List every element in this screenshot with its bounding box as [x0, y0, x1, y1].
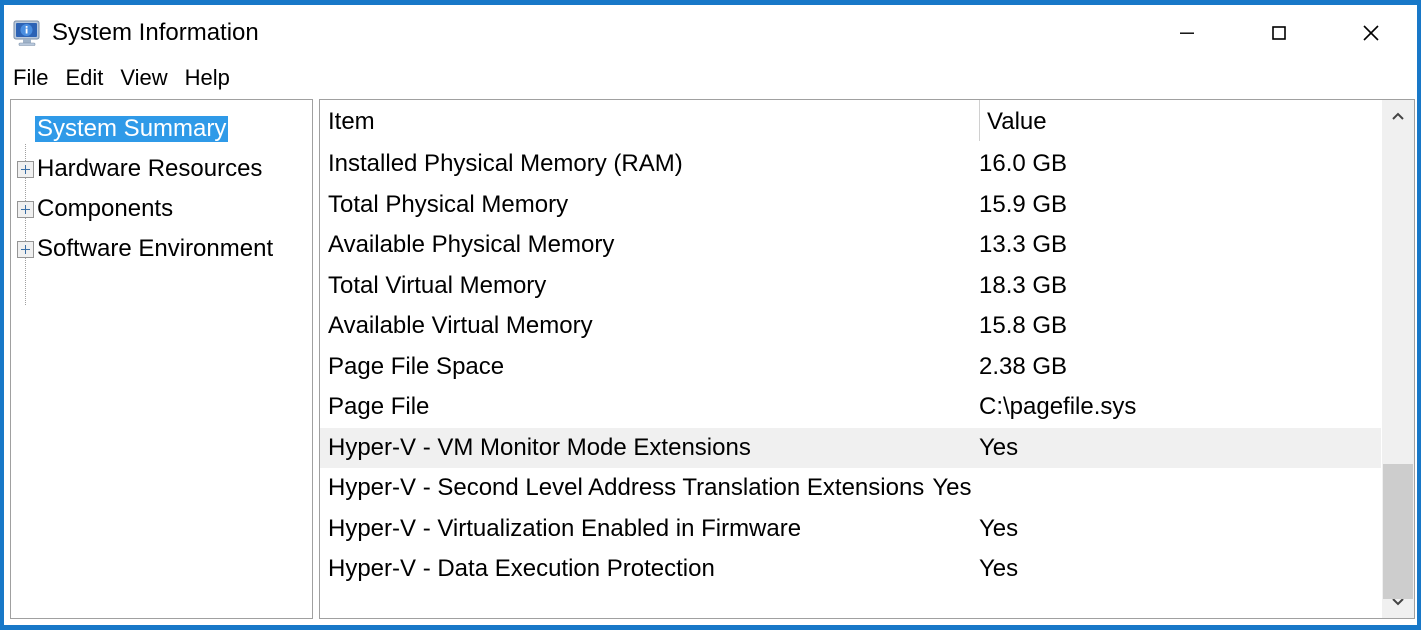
expand-plus-icon[interactable]: [17, 240, 34, 258]
expand-plus-icon[interactable]: [17, 200, 34, 218]
sidebar-item-software-environment[interactable]: Software Environment: [11, 229, 312, 269]
row-value: 18.3 GB: [979, 271, 1068, 299]
column-header-item[interactable]: Item: [320, 110, 979, 134]
table-row[interactable]: Available Physical Memory 13.3 GB: [320, 225, 1381, 266]
row-item-label: Total Physical Memory: [328, 190, 569, 218]
maximize-icon: [1272, 26, 1286, 40]
row-value: Yes: [979, 433, 1019, 461]
row-value: Yes: [979, 514, 1019, 542]
details-list-body: Item Value Installed Physical Memory (RA…: [320, 100, 1381, 618]
menu-item-view[interactable]: View: [120, 67, 176, 89]
sidebar-item-label: Hardware Resources: [37, 155, 263, 182]
navigation-tree[interactable]: System Summary Hardware Resources Compon…: [10, 99, 313, 619]
vertical-scrollbar[interactable]: [1381, 100, 1414, 618]
row-value: Yes: [979, 555, 1019, 583]
row-value: C:\pagefile.sys: [979, 393, 1137, 421]
row-item-label: Page File: [328, 393, 430, 421]
table-row[interactable]: Total Virtual Memory 18.3 GB: [320, 266, 1381, 307]
row-value: Yes: [932, 474, 972, 502]
content-area: System Summary Hardware Resources Compon…: [4, 95, 1417, 625]
column-header-value[interactable]: Value: [979, 100, 1381, 141]
expand-plus-icon[interactable]: [17, 160, 34, 178]
row-value: 16.0 GB: [979, 150, 1068, 178]
system-information-icon: [12, 18, 42, 48]
minimize-icon: [1180, 32, 1194, 34]
list-column-headers: Item Value: [320, 100, 1381, 144]
row-item-label: Hyper-V - Virtualization Enabled in Firm…: [328, 514, 802, 542]
row-item-label: Hyper-V - Data Execution Protection: [328, 555, 715, 583]
row-item-label: Page File Space: [328, 352, 505, 380]
details-list[interactable]: Item Value Installed Physical Memory (RA…: [319, 99, 1415, 619]
sidebar-item-label: System Summary: [35, 115, 229, 142]
row-item-label: Available Physical Memory: [328, 231, 615, 259]
sidebar-item-label: Components: [37, 195, 174, 222]
row-value: 2.38 GB: [979, 352, 1068, 380]
close-button[interactable]: [1325, 5, 1417, 61]
maximize-button[interactable]: [1233, 5, 1325, 61]
sidebar-item-hardware-resources[interactable]: Hardware Resources: [11, 149, 312, 189]
table-row[interactable]: Page File Space 2.38 GB: [320, 347, 1381, 388]
minimize-button[interactable]: [1141, 5, 1233, 61]
row-item-label: Available Virtual Memory: [328, 312, 593, 340]
sidebar-item-components[interactable]: Components: [11, 189, 312, 229]
table-row[interactable]: Page File C:\pagefile.sys: [320, 387, 1381, 428]
table-row[interactable]: Available Virtual Memory 15.8 GB: [320, 306, 1381, 347]
table-row[interactable]: Hyper-V - VM Monitor Mode Extensions Yes: [320, 427, 1381, 468]
menu-item-file[interactable]: File: [13, 67, 57, 89]
scrollbar-track[interactable]: [1382, 134, 1414, 599]
menu-item-edit[interactable]: Edit: [65, 67, 112, 89]
row-item-label: Installed Physical Memory (RAM): [328, 150, 683, 178]
scrollbar-thumb[interactable]: [1383, 464, 1413, 599]
table-row[interactable]: Hyper-V - Data Execution Protection Yes: [320, 549, 1381, 590]
sidebar-item-label: Software Environment: [37, 235, 274, 262]
close-icon: [1363, 25, 1379, 41]
row-item-label: Hyper-V - VM Monitor Mode Extensions: [328, 433, 751, 461]
window-title: System Information: [52, 19, 259, 46]
row-item-label: Total Virtual Memory: [328, 271, 547, 299]
chevron-up-icon: [1392, 112, 1404, 120]
system-information-window: System Information File Edit View Help S…: [0, 0, 1421, 630]
row-item-label: Hyper-V - Second Level Address Translati…: [328, 474, 925, 502]
row-value: 15.9 GB: [979, 190, 1068, 218]
window-controls: [1141, 5, 1417, 61]
table-row[interactable]: Installed Physical Memory (RAM) 16.0 GB: [320, 144, 1381, 185]
table-row[interactable]: Hyper-V - Second Level Address Translati…: [320, 468, 1381, 509]
row-value: 13.3 GB: [979, 231, 1068, 259]
table-row[interactable]: Hyper-V - Virtualization Enabled in Firm…: [320, 509, 1381, 550]
menu-item-help[interactable]: Help: [185, 67, 239, 89]
menu-bar: File Edit View Help: [4, 61, 1417, 95]
row-value: 15.8 GB: [979, 312, 1068, 340]
title-bar: System Information: [4, 5, 1417, 61]
sidebar-item-system-summary[interactable]: System Summary: [11, 109, 312, 149]
table-row[interactable]: Total Physical Memory 15.9 GB: [320, 185, 1381, 226]
scroll-up-button[interactable]: [1382, 100, 1414, 134]
